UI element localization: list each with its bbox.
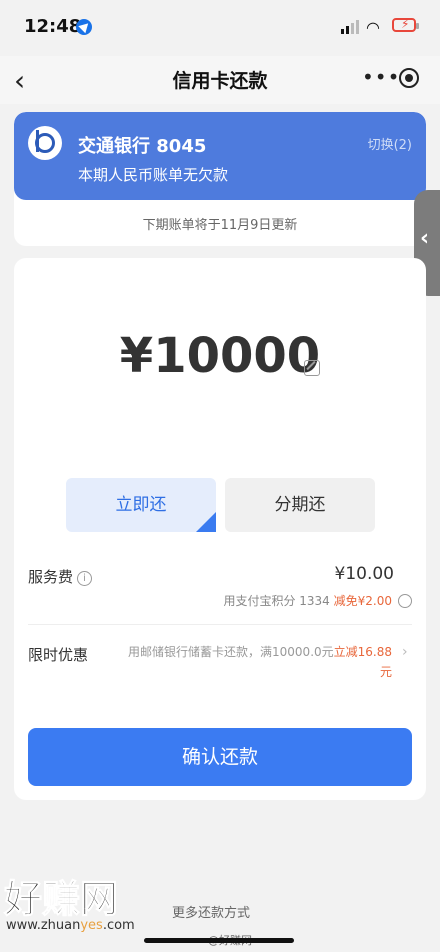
points-discount: 减免¥2.00 [333,594,392,608]
update-note: 下期账单将于11月9日更新 [142,218,298,233]
home-indicator [144,938,294,943]
fee-value: ¥10.00 [334,564,394,584]
watermark-url-part: www.zhuan [6,918,81,933]
bocom-logo-icon [28,126,62,160]
status-time: 12:48 [24,16,82,37]
edit-icon[interactable] [304,360,320,376]
watermark-url-part: yes [80,918,103,933]
bank-card-banner[interactable]: 交通银行 8045 本期人民币账单无欠款 切换(2) [14,112,426,200]
amount-display[interactable]: ¥10000 [14,328,426,384]
selected-check-icon [196,512,216,532]
payment-panel: ¥10000 立即还 分期还 服务费 i ¥10.00 用支付宝积分 1334 减… [14,258,426,800]
watermark-url-part: .com [102,918,135,933]
fee-row: 服务费 i [28,566,93,587]
more-icon[interactable]: ••• [362,65,400,89]
promo-detail[interactable]: 用邮储银行储蓄卡还款，满10000.0元立减16.88元 [126,642,392,682]
status-bar: 12:48 ◠ ⚡ [0,0,440,56]
points-deduction: 用支付宝积分 1334 减免¥2.00 [223,592,392,609]
bill-status: 本期人民币账单无欠款 [78,166,229,184]
pay-now-label: 立即还 [115,495,167,515]
switch-card-button[interactable]: 切换(2) [368,134,412,153]
nav-bar: ‹ 信用卡还款 ••• [0,56,440,104]
divider [28,624,412,625]
chevron-right-icon[interactable]: › [402,644,408,660]
location-icon [76,19,92,35]
bank-name: 交通银行 8045 [78,136,207,157]
info-icon[interactable]: i [77,571,93,586]
close-mini-program-icon[interactable] [399,68,419,88]
fee-label: 服务费 [28,568,74,586]
points-text: 用支付宝积分 1334 [223,594,330,608]
points-radio[interactable] [398,594,412,608]
installment-label: 分期还 [274,495,326,515]
battery-icon: ⚡ [392,17,419,32]
more-payment-methods-link[interactable]: 更多还款方式 [172,902,250,921]
promo-text: 用邮储银行储蓄卡还款，满10000.0元 [128,645,334,659]
installment-option[interactable]: 分期还 [225,478,375,532]
wifi-icon: ◠ [366,18,380,37]
watermark-url: www.zhuanyes.com [6,918,135,933]
confirm-payment-button[interactable]: 确认还款 [28,728,412,786]
chevron-left-icon: ‹ [420,226,430,251]
pay-now-option[interactable]: 立即还 [66,478,216,532]
watermark-logo: 好赚网 [3,877,119,922]
card-section: 交通银行 8045 本期人民币账单无欠款 切换(2) 下期账单将于11月9日更新 [14,112,426,246]
promo-label: 限时优惠 [28,646,89,664]
signal-icon [341,20,359,34]
promo-discount: 立减16.88元 [333,645,392,679]
